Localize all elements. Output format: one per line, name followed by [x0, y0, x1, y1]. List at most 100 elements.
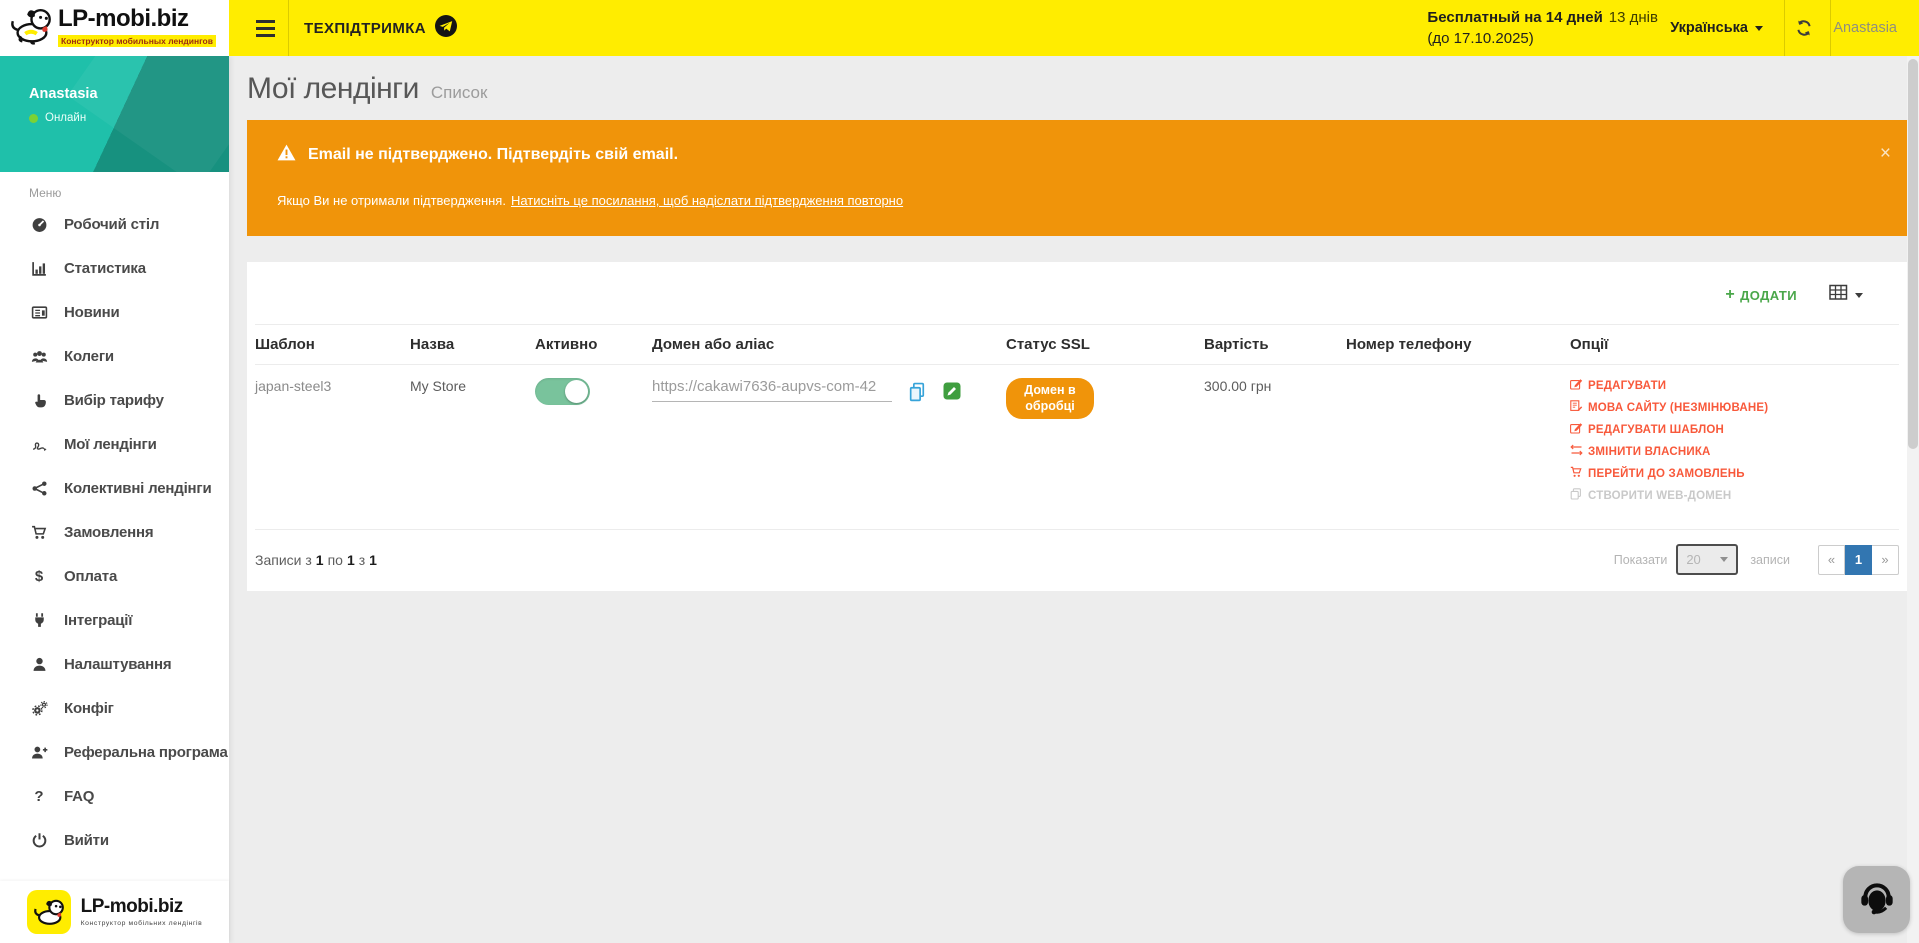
- plug-icon: [29, 612, 49, 629]
- cell-price: 300.00 грн: [1204, 378, 1346, 515]
- table-columns-button[interactable]: [1829, 284, 1863, 306]
- language-selector[interactable]: Українська: [1670, 0, 1763, 56]
- column-header: Активно: [535, 336, 652, 353]
- top-bar: LP-mobi.biz Конструктор мобильных лендин…: [0, 0, 1919, 56]
- resend-confirmation-link[interactable]: Натисніть це посилання, щоб надіслати пі…: [511, 193, 903, 208]
- option-edit-template[interactable]: РЕДАГУВАТИ ШАБЛОН: [1570, 422, 1899, 437]
- trial-until-date: (до 17.10.2025): [1427, 30, 1658, 47]
- sidebar-item-referral[interactable]: Реферальна програма: [0, 730, 229, 774]
- cell-template-name: japan-steel3: [255, 378, 410, 515]
- domain-input[interactable]: https://cakawi7636-aupvs-com-42: [652, 378, 892, 402]
- online-status-dot: [29, 114, 38, 123]
- add-landing-button[interactable]: + ДОДАТИ: [1725, 286, 1797, 304]
- ssl-status-badge: Домен в обробці: [1006, 378, 1094, 419]
- alert-body-text: Якщо Ви не отримали підтвердження.: [277, 193, 506, 208]
- sidebar-item-tariff[interactable]: Вибір тарифу: [0, 378, 229, 422]
- chevron-down-icon: [1855, 293, 1863, 298]
- brand-tagline: Конструктор мобильных лендингов: [58, 35, 216, 47]
- alert-heading: Email не підтверджено. Підтвердіть свій …: [308, 146, 678, 164]
- scrollbar-thumb[interactable]: [1908, 59, 1918, 449]
- refresh-button[interactable]: [1786, 0, 1822, 56]
- column-header: Шаблон: [255, 336, 410, 353]
- pagination-next-button[interactable]: »: [1872, 545, 1899, 575]
- email-warning-banner: Email не підтверджено. Підтвердіть свій …: [247, 120, 1907, 236]
- option-edit[interactable]: РЕДАГУВАТИ: [1570, 378, 1899, 393]
- vertical-scrollbar: [1907, 56, 1919, 943]
- landings-table: Шаблон Назва Активно Домен або аліас Ста…: [255, 324, 1899, 591]
- cell-phone: [1346, 378, 1570, 515]
- row-options: РЕДАГУВАТИ МОВА САЙТУ (НЕЗМІНЮВАНЕ) РЕДА…: [1570, 378, 1899, 503]
- pagination-page-1[interactable]: 1: [1845, 545, 1872, 575]
- trial-days-left: 13 днів: [1609, 9, 1658, 26]
- sidebar-item-settings[interactable]: Налаштування: [0, 642, 229, 686]
- sidebar-item-orders[interactable]: Замовлення: [0, 510, 229, 554]
- sidebar-item-colleagues[interactable]: Колеги: [0, 334, 229, 378]
- account-menu[interactable]: Anastasia: [1833, 0, 1897, 56]
- column-header: Вартість: [1204, 336, 1346, 353]
- clone-icon: [1570, 488, 1583, 503]
- topbar-divider: [288, 0, 289, 56]
- support-button[interactable]: ТЕХПІДТРИМКА: [304, 0, 457, 56]
- support-label: ТЕХПІДТРИМКА: [304, 20, 426, 37]
- pagination: « 1 »: [1818, 545, 1899, 575]
- cart-icon: [1570, 466, 1583, 481]
- topbar-divider: [1784, 0, 1785, 56]
- sidebar-item-my-landings[interactable]: Мої лендінги: [0, 422, 229, 466]
- brand-logo[interactable]: LP-mobi.biz Конструктор мобильных лендин…: [0, 0, 229, 56]
- plus-icon: +: [1725, 286, 1735, 304]
- question-icon: ?: [29, 788, 49, 805]
- sidebar-item-config[interactable]: Конфіг: [0, 686, 229, 730]
- dog-mascot-icon: [27, 890, 71, 934]
- dog-mascot-icon: [8, 6, 54, 51]
- user-status: Онлайн: [45, 112, 86, 124]
- sidebar-menu: Робочий стіл Статистика Новини Колеги Ви…: [0, 202, 229, 862]
- user-name: Anastasia: [29, 86, 229, 102]
- sidebar-item-faq[interactable]: ? FAQ: [0, 774, 229, 818]
- sidebar-item-integrations[interactable]: Інтеграції: [0, 598, 229, 642]
- close-icon[interactable]: ×: [1880, 144, 1891, 163]
- column-header: Назва: [410, 336, 535, 353]
- language-label: Українська: [1670, 20, 1748, 36]
- records-label: записи: [1750, 553, 1790, 567]
- option-change-owner[interactable]: ЗМІНИТИ ВЛАСНИКА: [1570, 444, 1899, 459]
- support-chat-button[interactable]: [1843, 866, 1910, 933]
- trial-plan-label: Бесплатный на 14 дней: [1427, 9, 1602, 26]
- pagination-prev-button[interactable]: «: [1818, 545, 1845, 575]
- sidebar-item-logout[interactable]: Вийти: [0, 818, 229, 862]
- chevron-down-icon: [1755, 26, 1763, 31]
- dollar-icon: $: [29, 568, 49, 585]
- refresh-icon: [1795, 19, 1813, 37]
- sidebar-toggle-button[interactable]: [243, 0, 287, 56]
- sidebar-item-statistics[interactable]: Статистика: [0, 246, 229, 290]
- trial-status: Бесплатный на 14 дней 13 днів (до 17.10.2…: [1427, 0, 1658, 56]
- language-icon: [1570, 400, 1583, 415]
- sidebar-footer-logo: LP-mobi.biz Конструктор мобільних лендін…: [0, 881, 229, 943]
- edit-icon: [1570, 378, 1583, 393]
- sidebar: Anastasia Онлайн Меню Робочий стіл Стати…: [0, 56, 229, 943]
- news-icon: [29, 304, 49, 321]
- open-site-icon[interactable]: [943, 382, 961, 403]
- sidebar-item-dashboard[interactable]: Робочий стіл: [0, 202, 229, 246]
- main-content: Мої лендінги Список Email не підтверджен…: [229, 56, 1907, 943]
- sidebar-item-collective-landings[interactable]: Колективні лендінги: [0, 466, 229, 510]
- sidebar-item-news[interactable]: Новини: [0, 290, 229, 334]
- footer-brand-tagline: Конструктор мобільних лендінгів: [81, 920, 203, 927]
- option-site-language[interactable]: МОВА САЙТУ (НЕЗМІНЮВАНЕ): [1570, 400, 1899, 415]
- app-root: LP-mobi.biz Конструктор мобильных лендин…: [0, 0, 1919, 943]
- column-header: Опції: [1570, 336, 1899, 353]
- user-panel: Anastasia Онлайн: [0, 56, 229, 172]
- option-go-to-orders[interactable]: ПЕРЕЙТИ ДО ЗАМОВЛЕНЬ: [1570, 466, 1899, 481]
- active-toggle[interactable]: [535, 378, 590, 405]
- warning-icon: [277, 144, 296, 166]
- hand-pointer-icon: [29, 392, 49, 409]
- share-icon: [29, 480, 49, 497]
- topbar-divider: [1830, 0, 1831, 56]
- dashboard-icon: [29, 216, 49, 233]
- sidebar-item-payment[interactable]: $ Оплата: [0, 554, 229, 598]
- gears-icon: [29, 700, 49, 717]
- per-page-select[interactable]: 20: [1676, 544, 1738, 575]
- footer-brand-title: LP-mobi.biz: [81, 897, 203, 918]
- page-subtitle: Список: [431, 83, 488, 103]
- column-header: Статус SSL: [1006, 336, 1204, 353]
- copy-icon[interactable]: [908, 382, 927, 406]
